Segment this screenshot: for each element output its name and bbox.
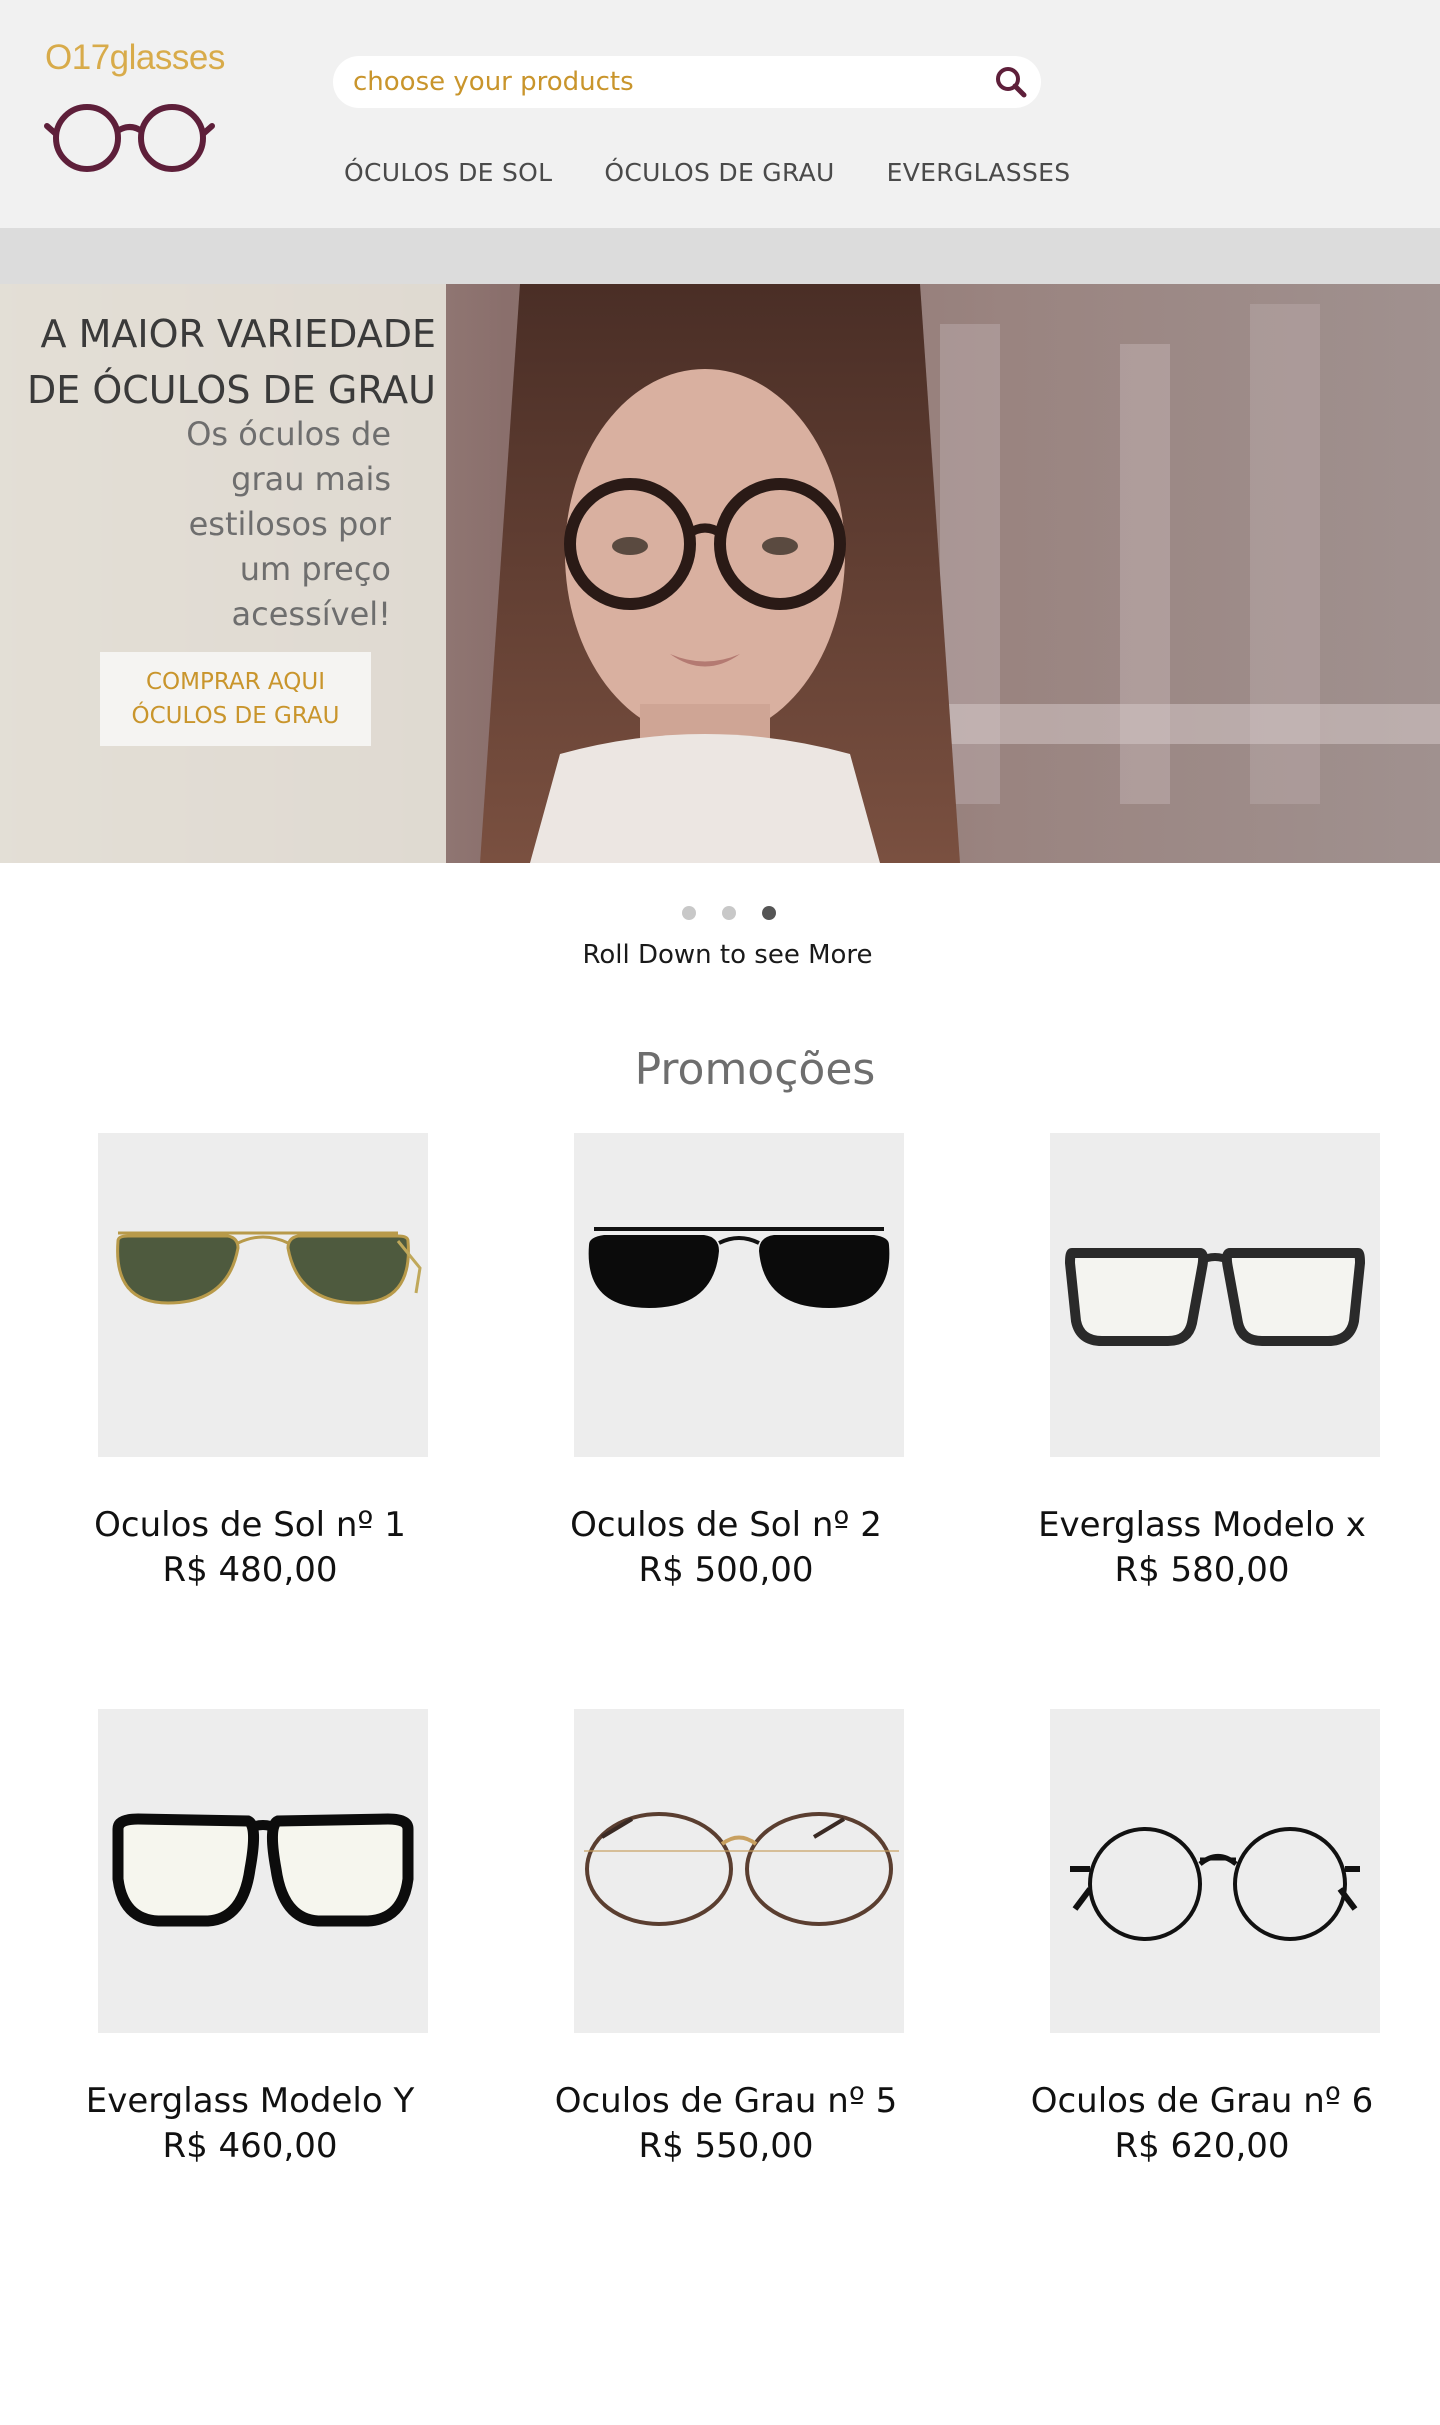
nav-item-everglasses[interactable]: EVERGLASSES xyxy=(887,158,1071,187)
product-image[interactable] xyxy=(574,1133,904,1457)
product-price: R$ 620,00 xyxy=(1114,2126,1290,2166)
product-name[interactable]: Everglass Modelo x xyxy=(1038,1505,1366,1545)
aviator-sunglasses-image xyxy=(116,1231,422,1305)
product-info: Oculos de Sol nº 2 R$ 500,00 xyxy=(536,1503,916,1593)
glasses-logo-icon[interactable] xyxy=(44,96,216,176)
product-price: R$ 480,00 xyxy=(162,1550,338,1590)
search-icon[interactable] xyxy=(993,64,1029,100)
carousel-dot-active[interactable] xyxy=(762,906,776,920)
logo-text[interactable]: O17glasses xyxy=(45,38,225,78)
search-input[interactable] xyxy=(353,56,973,108)
promotions-title: Promoções xyxy=(634,1044,876,1095)
product-name[interactable]: Oculos de Grau nº 5 xyxy=(555,2081,898,2121)
carousel-dot[interactable] xyxy=(682,906,696,920)
hero-banner: A MAIOR VARIEDADE DE ÓCULOS DE GRAU Os ó… xyxy=(0,284,1440,863)
sport-frame-glasses-image xyxy=(112,1813,414,1927)
product-name[interactable]: Everglass Modelo Y xyxy=(86,2081,414,2121)
hero-title: A MAIOR VARIEDADE DE ÓCULOS DE GRAU xyxy=(26,312,436,412)
product-price: R$ 550,00 xyxy=(638,2126,814,2166)
product-name[interactable]: Oculos de Grau nº 6 xyxy=(1031,2081,1374,2121)
site-header: O17glasses ÓCULOS DE SOL ÓCULOS DE GRAU … xyxy=(0,0,1440,228)
product-image[interactable] xyxy=(574,1709,904,2033)
carousel-dot[interactable] xyxy=(722,906,736,920)
product-info: Oculos de Grau nº 5 R$ 550,00 xyxy=(536,2079,916,2169)
product-image[interactable] xyxy=(1050,1133,1380,1457)
product-info: Everglass Modelo Y R$ 460,00 xyxy=(60,2079,440,2169)
product-image[interactable] xyxy=(98,1133,428,1457)
hero-text-panel: A MAIOR VARIEDADE DE ÓCULOS DE GRAU Os ó… xyxy=(0,284,446,863)
square-frame-glasses-image xyxy=(1064,1248,1366,1346)
product-info: Oculos de Grau nº 6 R$ 620,00 xyxy=(1012,2079,1392,2169)
main-nav: ÓCULOS DE SOL ÓCULOS DE GRAU EVERGLASSES xyxy=(344,158,1122,187)
nav-item-oculos-de-sol[interactable]: ÓCULOS DE SOL xyxy=(344,158,552,187)
hero-subtitle: Os óculos de grau mais estilosos por um … xyxy=(186,415,391,633)
round-gold-frame-glasses-image xyxy=(584,1812,899,1926)
header-divider-band xyxy=(0,228,1440,284)
product-price: R$ 460,00 xyxy=(162,2126,338,2166)
product-name[interactable]: Oculos de Sol nº 2 xyxy=(570,1505,882,1545)
aviator-black-sunglasses-image xyxy=(588,1227,890,1308)
round-black-frame-glasses-image xyxy=(1070,1827,1360,1941)
roll-down-hint: Roll Down to see More xyxy=(582,940,873,970)
carousel-indicators xyxy=(0,906,1440,920)
product-info: Everglass Modelo x R$ 580,00 xyxy=(1012,1503,1392,1593)
product-info: Oculos de Sol nº 1 R$ 480,00 xyxy=(60,1503,440,1593)
product-price: R$ 500,00 xyxy=(638,1550,814,1590)
nav-item-oculos-de-grau[interactable]: ÓCULOS DE GRAU xyxy=(604,158,834,187)
product-image[interactable] xyxy=(1050,1709,1380,2033)
product-image[interactable] xyxy=(98,1709,428,2033)
buy-prescription-glasses-button[interactable]: COMPRAR AQUI ÓCULOS DE GRAU xyxy=(100,652,371,746)
product-price: R$ 580,00 xyxy=(1114,1550,1290,1590)
product-name[interactable]: Oculos de Sol nº 1 xyxy=(94,1505,406,1545)
search-bar xyxy=(333,56,1041,108)
